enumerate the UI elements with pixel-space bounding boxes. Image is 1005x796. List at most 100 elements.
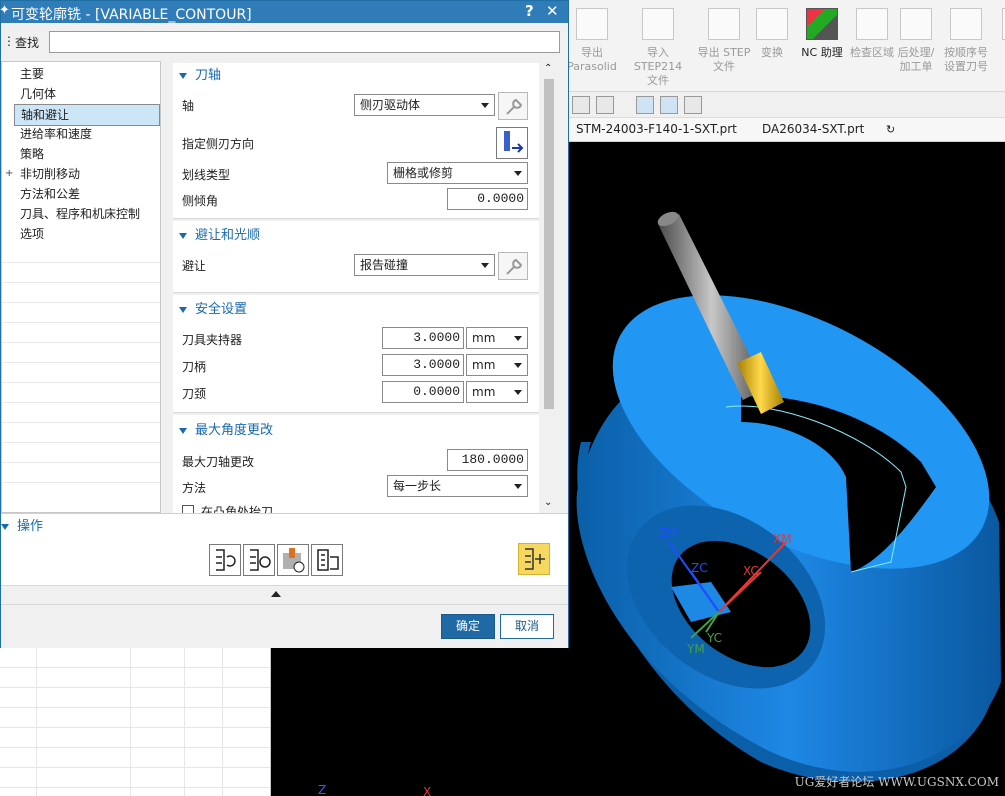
ribbon-icon	[708, 8, 740, 40]
tree-item-feeds-speeds[interactable]: 进给率和速度	[20, 124, 92, 144]
axis-label-xm: XM	[773, 532, 792, 546]
tree-item-non-cutting[interactable]: 非切削移动	[20, 164, 80, 184]
scroll-thumb[interactable]	[544, 79, 554, 409]
tree-item-method-tolerance[interactable]: 方法和公差	[20, 184, 80, 204]
max-change-label: 最大刀轴更改	[182, 455, 255, 469]
file-tabs: STM-24003-F140-1-SXT.prt DA26034-SXT.prt…	[568, 118, 1005, 142]
group-header-max-angle[interactable]: 最大角度更改	[179, 420, 273, 442]
eye-visibility-icon[interactable]	[660, 96, 678, 114]
replay-icon[interactable]	[243, 544, 275, 576]
axis-label-yc: YC	[706, 631, 722, 645]
chevron-down-icon	[481, 103, 489, 108]
tilt-angle-input[interactable]: 0.0000	[447, 188, 528, 210]
dialog-titlebar[interactable]: ✦ 可变轮廓铣 - [VARIABLE_CONTOUR] ? ✕	[0, 1, 568, 23]
ribbon-icon	[576, 8, 608, 40]
tree-item-axis-avoidance[interactable]: 轴和避让	[14, 104, 160, 126]
verify-icon[interactable]	[277, 544, 309, 576]
shaded-view-icon[interactable]	[572, 96, 590, 114]
variable-contour-dialog: ✦ 可变轮廓铣 - [VARIABLE_CONTOUR] ? ✕ ⋮ 查找 主要…	[0, 0, 569, 648]
ribbon-item-label: 导入 STEP214	[633, 46, 683, 73]
axis-label-ym: YM	[686, 642, 705, 656]
shank-unit-select[interactable]: mm	[466, 354, 528, 376]
tree-item-options[interactable]: 选项	[20, 224, 44, 244]
ribbon-item-label: Parasolid	[567, 60, 617, 73]
method-select[interactable]: 每一步长	[387, 475, 528, 497]
find-label: 查找	[15, 36, 40, 50]
ribbon-item-9[interactable]: W无	[986, 8, 1005, 74]
expand-icon[interactable]: +	[5, 168, 13, 179]
ribbon-item-1[interactable]: 导出 Parasolid	[560, 8, 624, 74]
corner-lift-label: 在凸角处抬刀	[201, 505, 274, 513]
avoid-select[interactable]: 报告碰撞	[354, 254, 495, 276]
neck-unit-select[interactable]: mm	[466, 381, 528, 403]
tree-item-tool-program[interactable]: 刀具、程序和机床控制	[20, 204, 140, 224]
avoid-label: 避让	[182, 259, 207, 273]
toolpath-icon[interactable]	[518, 543, 550, 575]
axis-select[interactable]: 侧刃驱动体	[354, 94, 495, 116]
list-icon[interactable]	[311, 544, 343, 576]
shaded-edges-icon[interactable]	[596, 96, 614, 114]
refresh-icon[interactable]: ↻	[886, 123, 895, 136]
cancel-button[interactable]: 取消	[500, 614, 554, 639]
operations-group: 操作	[1, 513, 568, 585]
holder-input[interactable]: 3.0000	[382, 327, 464, 349]
view-icon-bar	[568, 92, 1005, 118]
max-change-input[interactable]: 180.0000	[447, 449, 528, 471]
axis-label-xc: XC	[743, 564, 759, 578]
pattern-type-select[interactable]: 栅格或修剪	[387, 162, 528, 184]
shank-input[interactable]: 3.0000	[382, 354, 464, 376]
tree-item-geometry[interactable]: 几何体	[20, 84, 56, 104]
axis-label: 轴	[182, 99, 195, 113]
ribbon-icon	[642, 8, 674, 40]
generate-icon[interactable]	[209, 544, 241, 576]
operations-header[interactable]: 操作	[1, 516, 43, 538]
expand-bar[interactable]	[1, 585, 568, 605]
group-max-angle: 最大角度更改 最大刀轴更改 180.0000 方法 每一步长 在凸角处抬刀	[173, 415, 539, 513]
file-tab-1[interactable]: STM-24003-F140-1-SXT.prt	[576, 122, 737, 136]
file-tab-2[interactable]: DA26034-SXT.prt	[762, 122, 864, 136]
tilt-angle-label: 侧倾角	[182, 194, 219, 208]
corner-lift-checkbox[interactable]	[182, 505, 194, 513]
vector-direction-icon	[504, 131, 524, 153]
holder-unit-select[interactable]: mm	[466, 327, 528, 349]
find-input[interactable]	[49, 31, 560, 53]
help-button[interactable]: ?	[525, 2, 534, 20]
tree-item-main[interactable]: 主要	[20, 64, 44, 84]
axis-settings-button[interactable]	[498, 92, 528, 120]
chevron-up-icon[interactable]	[271, 591, 281, 597]
ribbon-item-label: 文件	[713, 60, 735, 73]
panel-scrollbar[interactable]: ⌃ ⌄	[541, 63, 557, 513]
navigator-list	[0, 648, 271, 796]
settings-panel: 刀轴 轴 侧刃驱动体 指定侧刃方向 划线类型 栅格或修剪 侧倾角 0.0000 …	[173, 63, 539, 513]
scroll-up-icon: ⌃	[544, 63, 553, 74]
ribbon-item-label: 文件	[647, 74, 669, 87]
ok-button[interactable]: 确定	[441, 614, 495, 639]
ribbon-toolbar: 导出 Parasolid 导入 STEP214 文件 导出 STEP 文件 变换 NC 助理检…	[567, 0, 1005, 92]
group-header-safety[interactable]: 安全设置	[179, 299, 247, 321]
avoid-settings-button[interactable]	[498, 252, 528, 280]
ribbon-item-label: 导出	[581, 46, 603, 59]
close-button[interactable]: ✕	[546, 2, 559, 20]
ribbon-item-2[interactable]: 导入 STEP214 文件	[626, 8, 690, 88]
shank-label: 刀柄	[182, 360, 207, 374]
pattern-type-label: 划线类型	[182, 168, 231, 182]
tree-item-strategy[interactable]: 策略	[20, 144, 44, 164]
mcs-visibility-icon[interactable]	[636, 96, 654, 114]
neck-input[interactable]: 0.0000	[382, 381, 464, 403]
specify-direction-button[interactable]	[496, 127, 528, 159]
ribbon-icon	[950, 8, 982, 40]
dialog-title: 可变轮廓铣 - [VARIABLE_CONTOUR]	[11, 7, 252, 23]
wrench-icon	[506, 258, 523, 275]
side-direction-label: 指定侧刃方向	[182, 137, 255, 151]
group-tree: 主要 几何体 轴和避让 进给率和速度 策略 + 非切削移动 方法和公差 刀具、程…	[1, 61, 161, 513]
ribbon-item-label: 无	[986, 60, 1005, 74]
dialog-footer: 确定 取消	[1, 605, 568, 648]
group-safety: 安全设置 刀具夹持器 3.0000 mm 刀柄 3.0000 mm 刀颈 0.0…	[173, 295, 539, 413]
find-icon: ⋮	[3, 34, 15, 48]
group-tool-axis: 刀轴 轴 侧刃驱动体 指定侧刃方向 划线类型 栅格或修剪 侧倾角 0.0000	[173, 63, 539, 219]
group-header-avoidance[interactable]: 避让和光顺	[179, 225, 260, 247]
group-header-tool-axis[interactable]: 刀轴	[179, 65, 221, 87]
ribbon-item-label: W	[986, 46, 1005, 60]
holder-label: 刀具夹持器	[182, 333, 243, 347]
hide-visibility-icon[interactable]	[684, 96, 702, 114]
